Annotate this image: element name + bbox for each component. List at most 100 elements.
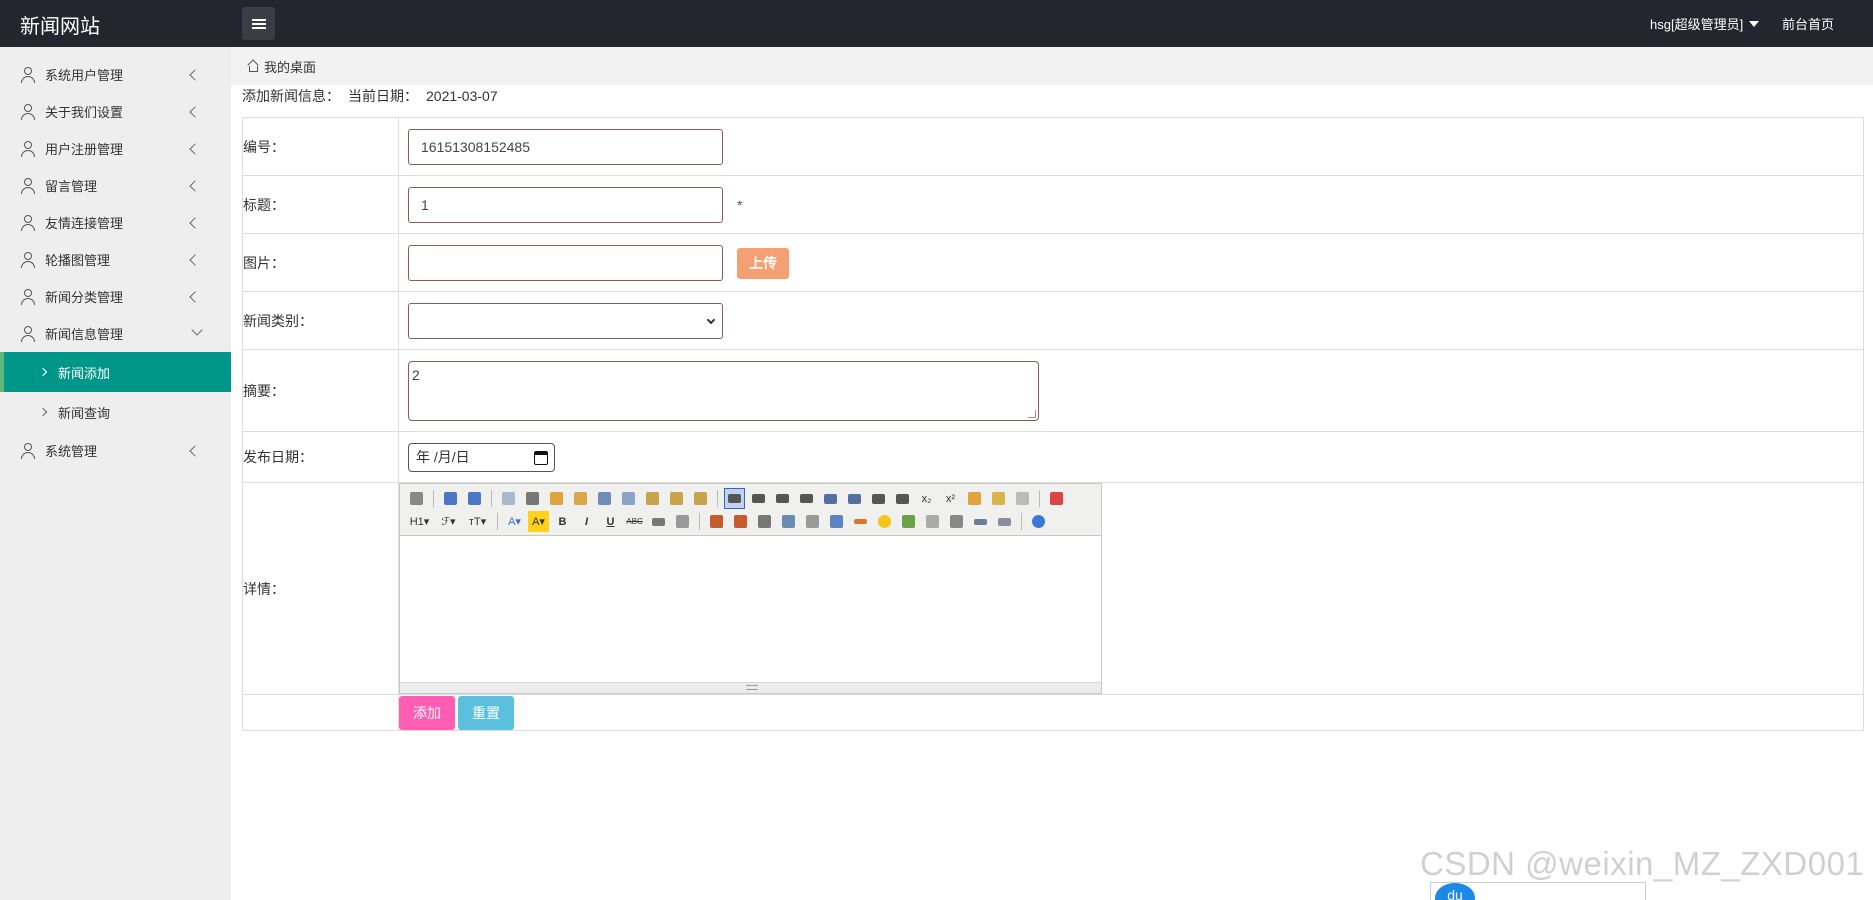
media-icon[interactable] [778, 511, 799, 532]
emoticon-icon[interactable] [874, 511, 895, 532]
align-center-icon[interactable] [748, 488, 769, 509]
reset-button[interactable]: 重置 [458, 695, 514, 730]
sidebar: 系统用户管理 关于我们设置 用户注册管理 留言管理 友情连接管理 轮播图管理 新… [0, 47, 231, 900]
summary-label: 摘要： [242, 349, 399, 432]
editor-content-area[interactable] [400, 536, 1101, 682]
sidebar-item-user-registration[interactable]: 用户注册管理 [0, 130, 231, 167]
copy-icon[interactable] [618, 488, 639, 509]
justify-icon[interactable] [796, 488, 817, 509]
baidu-badge[interactable]: du [1435, 883, 1475, 900]
horizontal-rule-icon[interactable] [850, 511, 871, 532]
user-icon [20, 67, 35, 83]
preview-icon[interactable] [498, 488, 519, 509]
front-page-link[interactable]: 前台首页 [1782, 14, 1834, 33]
source-icon[interactable] [406, 488, 427, 509]
user-icon [20, 326, 35, 342]
sidebar-item-label: 新闻信息管理 [45, 327, 124, 342]
cut-icon[interactable] [594, 488, 615, 509]
indent-icon[interactable] [868, 488, 889, 509]
home-icon [247, 61, 258, 72]
help-icon[interactable] [1028, 511, 1049, 532]
anchor-icon[interactable] [946, 511, 967, 532]
font-size-icon[interactable]: тT▾ [464, 511, 491, 532]
sidebar-subitem-news-query[interactable]: 新闻查询 [0, 392, 231, 432]
table-icon[interactable] [826, 511, 847, 532]
undo-icon[interactable] [440, 488, 461, 509]
paste-text-icon[interactable] [666, 488, 687, 509]
menu-toggle-button[interactable] [242, 7, 275, 40]
redo-icon[interactable] [464, 488, 485, 509]
sidebar-subitem-news-add[interactable]: 新闻添加 [0, 352, 231, 392]
sidebar-item-news-info[interactable]: 新闻信息管理 [0, 315, 231, 352]
font-color-icon[interactable]: A▾ [504, 511, 525, 532]
underline-icon[interactable]: U [600, 511, 621, 532]
baidu-map-icon[interactable] [898, 511, 919, 532]
italic-icon[interactable]: I [576, 511, 597, 532]
page-title: 添加新闻信息： [242, 88, 340, 104]
sidebar-item-carousel[interactable]: 轮播图管理 [0, 241, 231, 278]
id-label: 编号： [242, 117, 399, 176]
sidebar-item-system[interactable]: 系统管理 [0, 432, 231, 469]
resize-handle-icon[interactable] [746, 685, 758, 690]
form-row-date: 发布日期： 年 /月/日 [242, 431, 1864, 483]
code-icon[interactable] [570, 488, 591, 509]
bold-icon[interactable]: B [552, 511, 573, 532]
resize-grip-icon[interactable] [1028, 409, 1036, 418]
chevron-left-icon [189, 106, 201, 118]
site-logo[interactable]: 新闻网站 [20, 10, 100, 39]
align-left-icon[interactable] [724, 488, 745, 509]
breadcrumb-label[interactable]: 我的桌面 [264, 57, 316, 76]
eraser-icon[interactable] [672, 511, 693, 532]
print-icon[interactable] [522, 488, 543, 509]
chevron-down-icon [706, 315, 716, 324]
clear-format-icon[interactable] [964, 488, 985, 509]
user-name: hsg[超级管理员] [1650, 17, 1744, 32]
unordered-list-icon[interactable] [844, 488, 865, 509]
paste-word-icon[interactable] [690, 488, 711, 509]
sidebar-item-news-category[interactable]: 新闻分类管理 [0, 278, 231, 315]
page-break-icon[interactable] [922, 511, 943, 532]
category-select[interactable] [408, 302, 723, 339]
sidebar-item-about-us[interactable]: 关于我们设置 [0, 93, 231, 130]
strikethrough-icon[interactable]: ABC [624, 511, 645, 532]
multi-image-icon[interactable] [730, 511, 751, 532]
ordered-list-icon[interactable] [820, 488, 841, 509]
watermark: CSDN @weixin_MZ_ZXD001 [1420, 845, 1865, 882]
select-all-icon[interactable] [1012, 488, 1033, 509]
paste-icon[interactable] [642, 488, 663, 509]
outdent-icon[interactable] [892, 488, 913, 509]
template-icon[interactable] [546, 488, 567, 509]
rich-text-editor: x₂ x² H1▾ ℱ▾ тT▾ A▾ A▾ B I U ABC [399, 483, 1102, 694]
attachment-icon[interactable] [802, 511, 823, 532]
quick-format-icon[interactable] [988, 488, 1009, 509]
line-height-icon[interactable] [648, 511, 669, 532]
sidebar-item-label: 系统用户管理 [45, 68, 124, 83]
highlight-color-icon[interactable]: A▾ [528, 511, 549, 532]
heading-icon[interactable]: H1▾ [406, 511, 433, 532]
superscript-icon[interactable]: x² [940, 488, 961, 509]
sidebar-item-system-users[interactable]: 系统用户管理 [0, 56, 231, 93]
font-family-icon[interactable]: ℱ▾ [436, 511, 461, 532]
sidebar-item-friend-links[interactable]: 友情连接管理 [0, 204, 231, 241]
sidebar-item-label: 新闻分类管理 [45, 290, 124, 305]
add-button[interactable]: 添加 [399, 695, 455, 730]
unlink-icon[interactable] [994, 511, 1015, 532]
user-menu[interactable]: hsg[超级管理员] [1650, 14, 1760, 33]
upload-button[interactable]: 上传 [737, 248, 789, 280]
summary-textarea[interactable]: 2 [408, 360, 1039, 421]
image-icon[interactable] [706, 511, 727, 532]
flash-icon[interactable] [754, 511, 775, 532]
user-icon [20, 178, 35, 194]
sidebar-item-label: 系统管理 [45, 444, 98, 459]
calendar-icon[interactable] [534, 450, 548, 465]
publish-date-input[interactable]: 年 /月/日 [408, 442, 555, 472]
sidebar-item-messages[interactable]: 留言管理 [0, 167, 231, 204]
subscript-icon[interactable]: x₂ [916, 488, 937, 509]
align-right-icon[interactable] [772, 488, 793, 509]
title-field[interactable] [408, 186, 723, 223]
fullscreen-icon[interactable] [1046, 488, 1067, 509]
image-field[interactable] [408, 244, 723, 281]
detail-label: 详情： [242, 482, 399, 695]
link-icon[interactable] [970, 511, 991, 532]
id-field[interactable] [408, 128, 723, 165]
